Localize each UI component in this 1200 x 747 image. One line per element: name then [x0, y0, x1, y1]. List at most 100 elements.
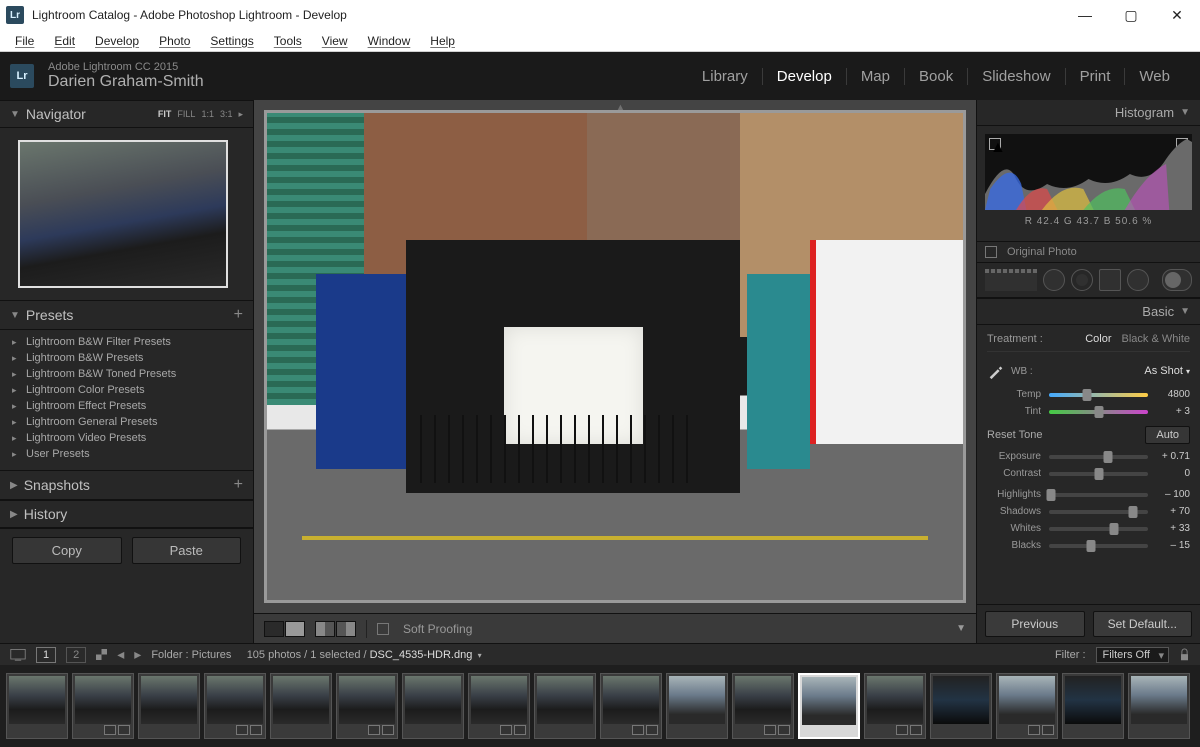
filmstrip-thumbnail[interactable]	[864, 673, 926, 739]
filter-preset-dropdown[interactable]: Filters Off	[1096, 647, 1169, 663]
histogram-display[interactable]: ▲ ▲	[985, 134, 1192, 210]
add-snapshot-button[interactable]: +	[234, 476, 243, 494]
shadows-slider[interactable]	[1049, 510, 1148, 514]
filmstrip-thumbnail[interactable]	[600, 673, 662, 739]
filmstrip[interactable]	[0, 665, 1200, 747]
highlights-slider[interactable]	[1049, 493, 1148, 497]
shadows-value[interactable]: + 70	[1148, 506, 1190, 517]
contrast-slider[interactable]	[1049, 472, 1148, 476]
navigator-zoom-fit[interactable]: FIT	[158, 109, 172, 120]
filmstrip-thumbnail[interactable]	[6, 673, 68, 739]
preset-folder[interactable]: Lightroom B&W Toned Presets	[6, 366, 247, 382]
highlights-value[interactable]: – 100	[1148, 489, 1190, 500]
menu-settings[interactable]: Settings	[201, 32, 262, 50]
whites-slider[interactable]	[1049, 527, 1148, 531]
reset-tone-label[interactable]: Reset Tone	[987, 429, 1042, 441]
histogram-panel-header[interactable]: Histogram ▼	[977, 100, 1200, 126]
temp-value[interactable]: 4800	[1148, 389, 1190, 400]
navigator-zoom-fill[interactable]: FILL	[177, 109, 195, 120]
original-photo-checkbox[interactable]	[985, 246, 997, 258]
filmstrip-thumbnail[interactable]	[534, 673, 596, 739]
filmstrip-thumbnail[interactable]	[930, 673, 992, 739]
preset-folder[interactable]: Lightroom Color Presets	[6, 382, 247, 398]
menu-help[interactable]: Help	[421, 32, 464, 50]
secondary-display-icon[interactable]	[10, 648, 26, 662]
window-maximize-button[interactable]: ▢	[1108, 0, 1154, 30]
tint-slider[interactable]	[1049, 410, 1148, 414]
spot-removal-button[interactable]	[1043, 269, 1065, 291]
filter-lock-icon[interactable]	[1179, 648, 1190, 662]
paste-settings-button[interactable]: Paste	[132, 537, 242, 564]
loupe-view-alt-button[interactable]	[285, 621, 305, 637]
navigator-preview[interactable]	[0, 128, 253, 300]
navigator-panel-header[interactable]: ▼ Navigator FITFILL1:13:1 ▸	[0, 100, 253, 128]
preset-folder[interactable]: Lightroom Video Presets	[6, 430, 247, 446]
filmstrip-thumbnail[interactable]	[798, 673, 860, 739]
redeye-tool-button[interactable]	[1071, 269, 1093, 291]
history-panel-header[interactable]: ▶ History	[0, 500, 253, 528]
filmstrip-thumbnail[interactable]	[996, 673, 1058, 739]
snapshots-panel-header[interactable]: ▶ Snapshots +	[0, 470, 253, 500]
set-default-button[interactable]: Set Default...	[1093, 611, 1193, 637]
tint-value[interactable]: + 3	[1148, 406, 1190, 417]
module-tab-print[interactable]: Print	[1065, 68, 1125, 85]
menu-photo[interactable]: Photo	[150, 32, 199, 50]
module-tab-map[interactable]: Map	[846, 68, 904, 85]
copy-settings-button[interactable]: Copy	[12, 537, 122, 564]
module-tab-book[interactable]: Book	[904, 68, 967, 85]
treatment-blackwhite[interactable]: Black & White	[1122, 333, 1190, 345]
grid-view-2-button[interactable]: 2	[66, 647, 86, 663]
source-path-label[interactable]: Folder : Pictures 105 photos / 1 selecte…	[151, 649, 481, 661]
nav-forward-button[interactable]: ▸	[134, 646, 141, 663]
preset-folder[interactable]: User Presets	[6, 446, 247, 462]
basic-panel-header[interactable]: Basic ▼	[977, 298, 1200, 325]
filmstrip-thumbnail[interactable]	[270, 673, 332, 739]
menu-window[interactable]: Window	[359, 32, 420, 50]
nav-back-button[interactable]: ◂	[117, 646, 124, 663]
radial-filter-button[interactable]	[1127, 269, 1149, 291]
preset-folder[interactable]: Lightroom B&W Presets	[6, 350, 247, 366]
navigator-zoom-3-1[interactable]: 3:1	[220, 109, 233, 120]
soft-proofing-checkbox[interactable]	[377, 623, 389, 635]
white-balance-eyedropper-icon[interactable]	[987, 362, 1005, 380]
menu-tools[interactable]: Tools	[265, 32, 311, 50]
filmstrip-thumbnail[interactable]	[138, 673, 200, 739]
menu-edit[interactable]: Edit	[45, 32, 84, 50]
whites-value[interactable]: + 33	[1148, 523, 1190, 534]
navigator-zoom-1-1[interactable]: 1:1	[201, 109, 214, 120]
adjustment-brush-toggle[interactable]	[1162, 269, 1192, 291]
menu-file[interactable]: File	[6, 32, 43, 50]
filmstrip-thumbnail[interactable]	[336, 673, 398, 739]
add-preset-button[interactable]: +	[234, 306, 243, 324]
blacks-value[interactable]: – 15	[1148, 540, 1190, 551]
filmstrip-thumbnail[interactable]	[732, 673, 794, 739]
crop-tool-button[interactable]	[985, 269, 1037, 291]
blacks-slider[interactable]	[1049, 544, 1148, 548]
filmstrip-thumbnail[interactable]	[468, 673, 530, 739]
window-minimize-button[interactable]: —	[1062, 0, 1108, 30]
treatment-color[interactable]: Color	[1085, 333, 1111, 345]
grid-view-1-button[interactable]: 1	[36, 647, 56, 663]
before-after-yy-button[interactable]	[315, 621, 335, 637]
graduated-filter-button[interactable]	[1099, 269, 1121, 291]
wb-preset-dropdown[interactable]: As Shot ▾	[1144, 365, 1190, 377]
grid-layout-icon[interactable]	[96, 649, 107, 660]
previous-settings-button[interactable]: Previous	[985, 611, 1085, 637]
toolbar-options-dropdown[interactable]: ▼	[956, 623, 966, 634]
preset-folder[interactable]: Lightroom General Presets	[6, 414, 247, 430]
temp-slider[interactable]	[1049, 393, 1148, 397]
filmstrip-thumbnail[interactable]	[72, 673, 134, 739]
module-tab-web[interactable]: Web	[1124, 68, 1184, 85]
before-after-split-button[interactable]	[336, 621, 356, 637]
presets-panel-header[interactable]: ▼ Presets +	[0, 300, 253, 330]
filmstrip-thumbnail[interactable]	[1128, 673, 1190, 739]
loupe-view-button[interactable]	[264, 621, 284, 637]
filmstrip-thumbnail[interactable]	[666, 673, 728, 739]
filmstrip-thumbnail[interactable]	[1062, 673, 1124, 739]
menu-view[interactable]: View	[313, 32, 357, 50]
preset-folder[interactable]: Lightroom B&W Filter Presets	[6, 334, 247, 350]
exposure-slider[interactable]	[1049, 455, 1148, 459]
module-tab-develop[interactable]: Develop	[762, 68, 846, 85]
filmstrip-thumbnail[interactable]	[402, 673, 464, 739]
menu-develop[interactable]: Develop	[86, 32, 148, 50]
